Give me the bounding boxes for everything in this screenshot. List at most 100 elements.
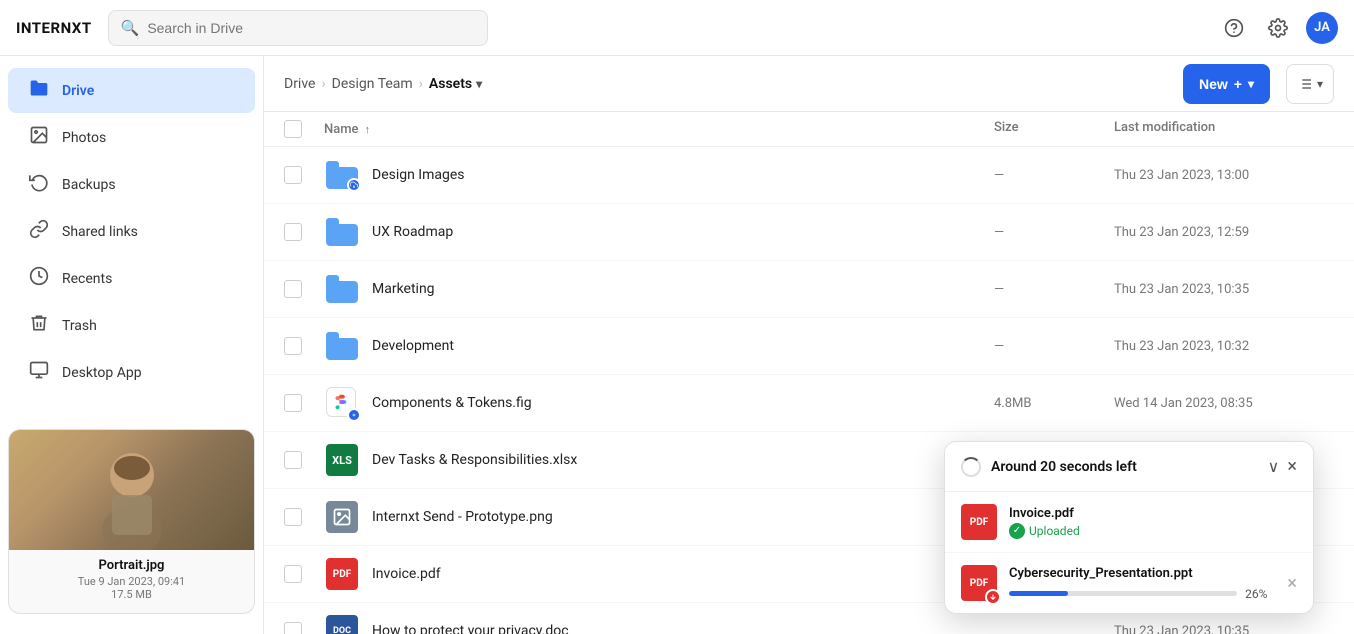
row-checkbox[interactable] [284, 565, 324, 583]
sidebar-item-recents[interactable]: Recents [8, 256, 255, 301]
sidebar-item-label: Desktop App [62, 365, 142, 381]
header-size[interactable]: Size [994, 120, 1114, 138]
table-row[interactable]: UX Roadmap — Thu 23 Jan 2023, 12:59 [264, 204, 1354, 261]
file-name-cell: PDF Invoice.pdf [324, 556, 994, 592]
file-name-cell: DOC How to protect your privacy.doc [324, 613, 994, 634]
row-checkbox[interactable] [284, 337, 324, 355]
table-row[interactable]: Development — Thu 23 Jan 2023, 10:32 [264, 318, 1354, 375]
content-area: Drive › Design Team › Assets ▾ New + ▾ [264, 56, 1354, 634]
header-checkbox[interactable] [284, 120, 324, 138]
png-icon [326, 501, 358, 533]
list-view-icon [1297, 76, 1313, 92]
table-row[interactable]: Marketing — Thu 23 Jan 2023, 10:35 [264, 261, 1354, 318]
search-input[interactable] [147, 20, 474, 36]
table-row[interactable]: Design Images — Thu 23 Jan 2023, 13:00 [264, 147, 1354, 204]
backups-icon [28, 172, 50, 197]
breadcrumb-current[interactable]: Assets ▾ [429, 76, 482, 92]
popup-collapse-button[interactable]: ∨ [1268, 457, 1280, 476]
header-date[interactable]: Last modification [1114, 120, 1334, 138]
file-name: Development [372, 338, 454, 354]
sidebar-item-drive[interactable]: Drive [8, 68, 255, 113]
file-name-cell: Marketing [324, 271, 994, 307]
row-checkbox[interactable] [284, 508, 324, 526]
header-name[interactable]: Name ↑ [324, 120, 994, 138]
file-name: How to protect your privacy.doc [372, 623, 569, 634]
recents-icon [28, 266, 50, 291]
preview-image [9, 430, 254, 550]
file-date: Thu 23 Jan 2023, 10:35 [1114, 282, 1334, 297]
help-button[interactable] [1218, 12, 1250, 44]
popup-title: Around 20 seconds left [991, 459, 1258, 475]
file-date: Thu 23 Jan 2023, 10:32 [1114, 339, 1334, 354]
main-layout: Drive Photos Backups Shared links Recent… [0, 56, 1354, 634]
file-name-cell: Internxt Send - Prototype.png [324, 499, 994, 535]
row-checkbox[interactable] [284, 451, 324, 469]
file-name: Invoice.pdf [372, 566, 441, 582]
trash-icon [28, 313, 50, 338]
preview-filename: Portrait.jpg [21, 558, 242, 573]
row-checkbox[interactable] [284, 622, 324, 634]
popup-actions: ∨ × [1268, 456, 1297, 477]
preview-date: Tue 9 Jan 2023, 09:41 [21, 575, 242, 588]
preview-size: 17.5 MB [21, 588, 242, 601]
sidebar-item-label: Drive [62, 83, 94, 99]
search-bar[interactable]: 🔍 [108, 10, 488, 46]
png-icon-container [324, 499, 360, 535]
view-chevron-icon: ▾ [1317, 77, 1323, 91]
drive-icon [28, 78, 50, 103]
table-row[interactable]: Components & Tokens.fig 4.8MB Wed 14 Jan… [264, 375, 1354, 432]
settings-button[interactable] [1262, 12, 1294, 44]
new-button-label: New [1199, 76, 1228, 92]
breadcrumb: Drive › Design Team › Assets ▾ [284, 76, 1175, 92]
file-name: Marketing [372, 281, 435, 297]
file-size: — [994, 225, 1114, 240]
popup-file-info: Invoice.pdf ✓ Uploaded [1009, 506, 1297, 539]
sidebar-item-label: Recents [62, 271, 112, 287]
sidebar-item-label: Backups [62, 177, 116, 193]
select-all-checkbox[interactable] [284, 120, 302, 138]
download-indicator [985, 589, 1001, 605]
breadcrumb-drive[interactable]: Drive [284, 76, 315, 92]
view-toggle-button[interactable]: ▾ [1286, 64, 1334, 104]
folder-icon-container [324, 157, 360, 193]
popup-file-status: ✓ Uploaded [1009, 523, 1297, 539]
file-size: — [994, 168, 1114, 183]
file-name-cell: UX Roadmap [324, 214, 994, 250]
topbar-icons: JA [1218, 12, 1338, 44]
popup-item-close-button[interactable]: × [1287, 573, 1297, 594]
sidebar-item-label: Photos [62, 130, 106, 146]
doc-icon: DOC [326, 615, 358, 634]
row-checkbox[interactable] [284, 166, 324, 184]
folder-icon-container [324, 271, 360, 307]
row-checkbox[interactable] [284, 394, 324, 412]
sidebar-item-photos[interactable]: Photos [8, 115, 255, 160]
sidebar-item-label: Trash [62, 318, 97, 334]
breadcrumb-chevron-icon: ▾ [476, 77, 482, 91]
file-list-header: Name ↑ Size Last modification [264, 112, 1354, 147]
folder-icon-container [324, 214, 360, 250]
popup-item-invoice: PDF Invoice.pdf ✓ Uploaded [945, 492, 1313, 553]
desktop-app-icon [28, 360, 50, 385]
sidebar-item-desktop-app[interactable]: Desktop App [8, 350, 255, 395]
sidebar-item-trash[interactable]: Trash [8, 303, 255, 348]
new-button[interactable]: New + ▾ [1183, 64, 1270, 104]
new-button-plus-icon: + [1234, 76, 1242, 92]
popup-item-cybersecurity: PDF Cybersecurity_Presentation.ppt 26% × [945, 553, 1313, 613]
breadcrumb-design-team[interactable]: Design Team [332, 76, 413, 92]
sidebar: Drive Photos Backups Shared links Recent… [0, 56, 264, 634]
row-checkbox[interactable] [284, 280, 324, 298]
file-name: UX Roadmap [372, 224, 453, 240]
file-size: 4.8MB [994, 396, 1114, 411]
file-name-cell: Development [324, 328, 994, 364]
fig-icon-container [324, 385, 360, 421]
file-name-cell: Design Images [324, 157, 994, 193]
popup-close-button[interactable]: × [1287, 456, 1297, 477]
progress-bar-fill [1009, 591, 1068, 596]
row-checkbox[interactable] [284, 223, 324, 241]
breadcrumb-sep1: › [321, 76, 325, 92]
shared-links-icon [28, 219, 50, 244]
avatar[interactable]: JA [1306, 12, 1338, 44]
folder-icon-container [324, 328, 360, 364]
sidebar-item-backups[interactable]: Backups [8, 162, 255, 207]
sidebar-item-shared-links[interactable]: Shared links [8, 209, 255, 254]
